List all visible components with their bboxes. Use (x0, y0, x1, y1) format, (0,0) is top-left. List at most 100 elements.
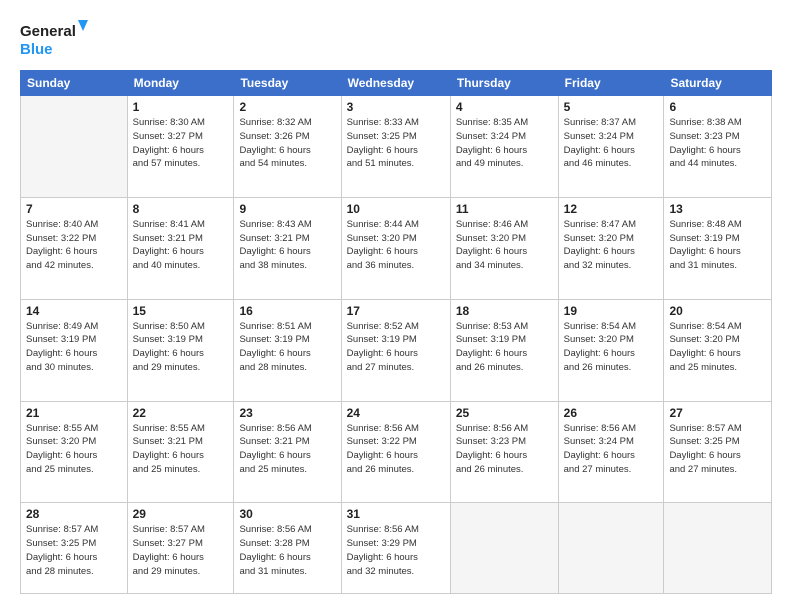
calendar-cell: 25 Sunrise: 8:56 AM Sunset: 3:23 PM Dayli… (450, 401, 558, 503)
calendar-cell: 16 Sunrise: 8:51 AM Sunset: 3:19 PM Dayli… (234, 299, 341, 401)
calendar-cell (450, 503, 558, 594)
calendar-cell: 9 Sunrise: 8:43 AM Sunset: 3:21 PM Daylig… (234, 197, 341, 299)
day-number: 9 (239, 202, 335, 216)
day-info: Sunrise: 8:30 AM Sunset: 3:27 PM Dayligh… (133, 116, 229, 171)
day-info: Sunrise: 8:49 AM Sunset: 3:19 PM Dayligh… (26, 320, 122, 375)
calendar-cell: 5 Sunrise: 8:37 AM Sunset: 3:24 PM Daylig… (558, 96, 664, 198)
logo-svg: General Blue (20, 18, 90, 58)
weekday-header-saturday: Saturday (664, 71, 772, 96)
day-number: 16 (239, 304, 335, 318)
day-number: 15 (133, 304, 229, 318)
day-info: Sunrise: 8:37 AM Sunset: 3:24 PM Dayligh… (564, 116, 659, 171)
day-info: Sunrise: 8:56 AM Sunset: 3:21 PM Dayligh… (239, 422, 335, 477)
day-number: 12 (564, 202, 659, 216)
day-info: Sunrise: 8:56 AM Sunset: 3:28 PM Dayligh… (239, 523, 335, 578)
day-number: 8 (133, 202, 229, 216)
calendar-cell: 21Sunrise: 8:55 AM Sunset: 3:20 PM Dayli… (21, 401, 128, 503)
calendar-cell: 19 Sunrise: 8:54 AM Sunset: 3:20 PM Dayli… (558, 299, 664, 401)
day-number: 3 (347, 100, 445, 114)
svg-text:General: General (20, 23, 76, 40)
weekday-header-tuesday: Tuesday (234, 71, 341, 96)
day-number: 14 (26, 304, 122, 318)
logo: General Blue (20, 18, 90, 58)
day-number: 20 (669, 304, 766, 318)
day-number: 10 (347, 202, 445, 216)
calendar-cell: 18Sunrise: 8:53 AM Sunset: 3:19 PM Dayli… (450, 299, 558, 401)
day-info: Sunrise: 8:47 AM Sunset: 3:20 PM Dayligh… (564, 218, 659, 273)
calendar-cell: 22 Sunrise: 8:55 AM Sunset: 3:21 PM Dayli… (127, 401, 234, 503)
calendar-cell: 1 Sunrise: 8:30 AM Sunset: 3:27 PM Daylig… (127, 96, 234, 198)
calendar-cell: 14 Sunrise: 8:49 AM Sunset: 3:19 PM Dayli… (21, 299, 128, 401)
day-info: Sunrise: 8:57 AM Sunset: 3:25 PM Dayligh… (26, 523, 122, 578)
day-number: 4 (456, 100, 553, 114)
day-info: Sunrise: 8:56 AM Sunset: 3:29 PM Dayligh… (347, 523, 445, 578)
day-info: Sunrise: 8:35 AM Sunset: 3:24 PM Dayligh… (456, 116, 553, 171)
day-info: Sunrise: 8:54 AM Sunset: 3:20 PM Dayligh… (564, 320, 659, 375)
calendar-cell: 29Sunrise: 8:57 AM Sunset: 3:27 PM Dayli… (127, 503, 234, 594)
day-info: Sunrise: 8:50 AM Sunset: 3:19 PM Dayligh… (133, 320, 229, 375)
calendar-cell: 11Sunrise: 8:46 AM Sunset: 3:20 PM Dayli… (450, 197, 558, 299)
day-number: 6 (669, 100, 766, 114)
day-number: 19 (564, 304, 659, 318)
day-number: 27 (669, 406, 766, 420)
day-info: Sunrise: 8:57 AM Sunset: 3:27 PM Dayligh… (133, 523, 229, 578)
day-info: Sunrise: 8:56 AM Sunset: 3:23 PM Dayligh… (456, 422, 553, 477)
calendar-cell: 15 Sunrise: 8:50 AM Sunset: 3:19 PM Dayli… (127, 299, 234, 401)
day-info: Sunrise: 8:40 AM Sunset: 3:22 PM Dayligh… (26, 218, 122, 273)
calendar-cell: 23 Sunrise: 8:56 AM Sunset: 3:21 PM Dayli… (234, 401, 341, 503)
day-number: 13 (669, 202, 766, 216)
calendar-cell: 31 Sunrise: 8:56 AM Sunset: 3:29 PM Dayli… (341, 503, 450, 594)
day-info: Sunrise: 8:43 AM Sunset: 3:21 PM Dayligh… (239, 218, 335, 273)
day-info: Sunrise: 8:48 AM Sunset: 3:19 PM Dayligh… (669, 218, 766, 273)
day-number: 25 (456, 406, 553, 420)
day-info: Sunrise: 8:52 AM Sunset: 3:19 PM Dayligh… (347, 320, 445, 375)
calendar-cell: 6Sunrise: 8:38 AM Sunset: 3:23 PM Daylig… (664, 96, 772, 198)
calendar-cell (21, 96, 128, 198)
calendar-cell: 20Sunrise: 8:54 AM Sunset: 3:20 PM Dayli… (664, 299, 772, 401)
day-number: 31 (347, 507, 445, 521)
day-number: 23 (239, 406, 335, 420)
calendar-cell: 3 Sunrise: 8:33 AM Sunset: 3:25 PM Daylig… (341, 96, 450, 198)
day-number: 28 (26, 507, 122, 521)
day-info: Sunrise: 8:55 AM Sunset: 3:21 PM Dayligh… (133, 422, 229, 477)
calendar-cell (664, 503, 772, 594)
calendar-week-row: 14 Sunrise: 8:49 AM Sunset: 3:19 PM Dayli… (21, 299, 772, 401)
day-number: 5 (564, 100, 659, 114)
day-number: 22 (133, 406, 229, 420)
day-info: Sunrise: 8:51 AM Sunset: 3:19 PM Dayligh… (239, 320, 335, 375)
weekday-header-friday: Friday (558, 71, 664, 96)
day-info: Sunrise: 8:44 AM Sunset: 3:20 PM Dayligh… (347, 218, 445, 273)
calendar-cell: 26 Sunrise: 8:56 AM Sunset: 3:24 PM Dayli… (558, 401, 664, 503)
calendar-cell: 13 Sunrise: 8:48 AM Sunset: 3:19 PM Dayli… (664, 197, 772, 299)
calendar-week-row: 21Sunrise: 8:55 AM Sunset: 3:20 PM Dayli… (21, 401, 772, 503)
svg-text:Blue: Blue (20, 41, 53, 58)
day-info: Sunrise: 8:56 AM Sunset: 3:22 PM Dayligh… (347, 422, 445, 477)
day-info: Sunrise: 8:53 AM Sunset: 3:19 PM Dayligh… (456, 320, 553, 375)
calendar-cell: 7Sunrise: 8:40 AM Sunset: 3:22 PM Daylig… (21, 197, 128, 299)
day-number: 2 (239, 100, 335, 114)
calendar-cell: 27 Sunrise: 8:57 AM Sunset: 3:25 PM Dayli… (664, 401, 772, 503)
weekday-header-monday: Monday (127, 71, 234, 96)
calendar-cell: 17 Sunrise: 8:52 AM Sunset: 3:19 PM Dayli… (341, 299, 450, 401)
header: General Blue (20, 18, 772, 58)
day-number: 11 (456, 202, 553, 216)
day-info: Sunrise: 8:55 AM Sunset: 3:20 PM Dayligh… (26, 422, 122, 477)
calendar-cell: 30Sunrise: 8:56 AM Sunset: 3:28 PM Dayli… (234, 503, 341, 594)
calendar-cell (558, 503, 664, 594)
day-number: 1 (133, 100, 229, 114)
day-info: Sunrise: 8:32 AM Sunset: 3:26 PM Dayligh… (239, 116, 335, 171)
calendar-cell: 8 Sunrise: 8:41 AM Sunset: 3:21 PM Daylig… (127, 197, 234, 299)
day-info: Sunrise: 8:41 AM Sunset: 3:21 PM Dayligh… (133, 218, 229, 273)
day-info: Sunrise: 8:33 AM Sunset: 3:25 PM Dayligh… (347, 116, 445, 171)
day-info: Sunrise: 8:56 AM Sunset: 3:24 PM Dayligh… (564, 422, 659, 477)
calendar-week-row: 28 Sunrise: 8:57 AM Sunset: 3:25 PM Dayli… (21, 503, 772, 594)
weekday-header-thursday: Thursday (450, 71, 558, 96)
calendar-cell: 24Sunrise: 8:56 AM Sunset: 3:22 PM Dayli… (341, 401, 450, 503)
calendar-week-row: 1 Sunrise: 8:30 AM Sunset: 3:27 PM Daylig… (21, 96, 772, 198)
day-info: Sunrise: 8:57 AM Sunset: 3:25 PM Dayligh… (669, 422, 766, 477)
calendar-week-row: 7Sunrise: 8:40 AM Sunset: 3:22 PM Daylig… (21, 197, 772, 299)
day-number: 26 (564, 406, 659, 420)
calendar-cell: 4 Sunrise: 8:35 AM Sunset: 3:24 PM Daylig… (450, 96, 558, 198)
calendar-table: SundayMondayTuesdayWednesdayThursdayFrid… (20, 70, 772, 594)
day-number: 17 (347, 304, 445, 318)
